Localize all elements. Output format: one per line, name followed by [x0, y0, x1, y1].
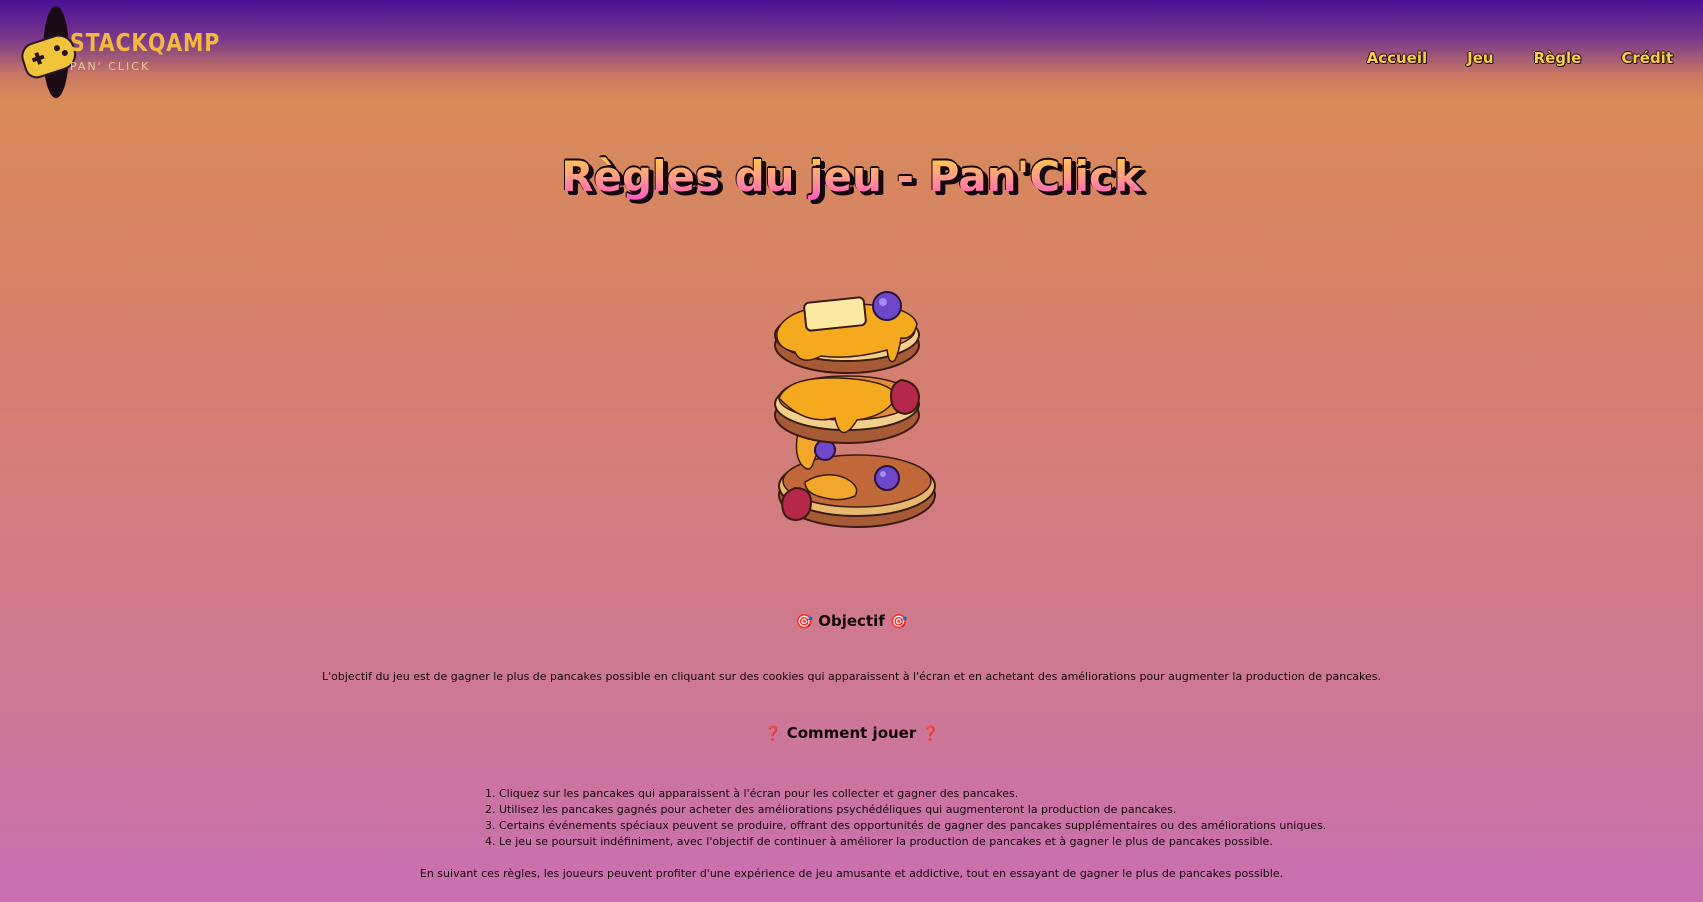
target-icon: 🎯 [795, 614, 813, 630]
main-nav: Accueil Jeu Règle Crédit [1367, 49, 1673, 67]
logo-subtitle: PAN' CLICK [70, 60, 151, 73]
closing-text: En suivant ces règles, les joueurs peuve… [419, 867, 1284, 880]
list-item: 4. Le jeu se poursuit indéfiniment, avec… [485, 835, 1273, 848]
site-header: STACKQAMP PAN' CLICK Accueil Jeu Règle C… [0, 0, 1703, 110]
question-mark-icon: ❓ [764, 726, 782, 742]
logo-name: STACKQAMP [70, 28, 221, 57]
question-mark-icon: ❓ [921, 726, 939, 742]
how-to-play-heading: ❓ Comment jouer ❓ [0, 724, 1703, 742]
page-title: Règles du jeu - Pan'Click [0, 152, 1703, 201]
objective-text: L'objectif du jeu est de gagner le plus … [322, 670, 1381, 683]
list-item: 3. Certains événements spéciaux peuvent … [485, 819, 1327, 832]
objective-heading: 🎯 Objectif 🎯 [0, 612, 1703, 630]
rules-list: 1. Cliquez sur les pancakes qui apparais… [485, 786, 1326, 850]
nav-link-credit[interactable]: Crédit [1621, 49, 1673, 67]
objective-heading-text: Objectif [818, 612, 885, 630]
nav-link-regle[interactable]: Règle [1534, 49, 1582, 67]
list-item: 2. Utilisez les pancakes gagnés pour ach… [485, 803, 1177, 816]
list-item: 1. Cliquez sur les pancakes qui apparais… [485, 787, 1019, 800]
nav-link-accueil[interactable]: Accueil [1367, 49, 1428, 67]
nav-link-jeu[interactable]: Jeu [1467, 49, 1493, 67]
pancake-stack-icon [765, 290, 945, 540]
how-to-play-heading-text: Comment jouer [786, 724, 917, 742]
logo[interactable]: STACKQAMP PAN' CLICK [17, 6, 221, 98]
target-icon: 🎯 [890, 614, 908, 630]
